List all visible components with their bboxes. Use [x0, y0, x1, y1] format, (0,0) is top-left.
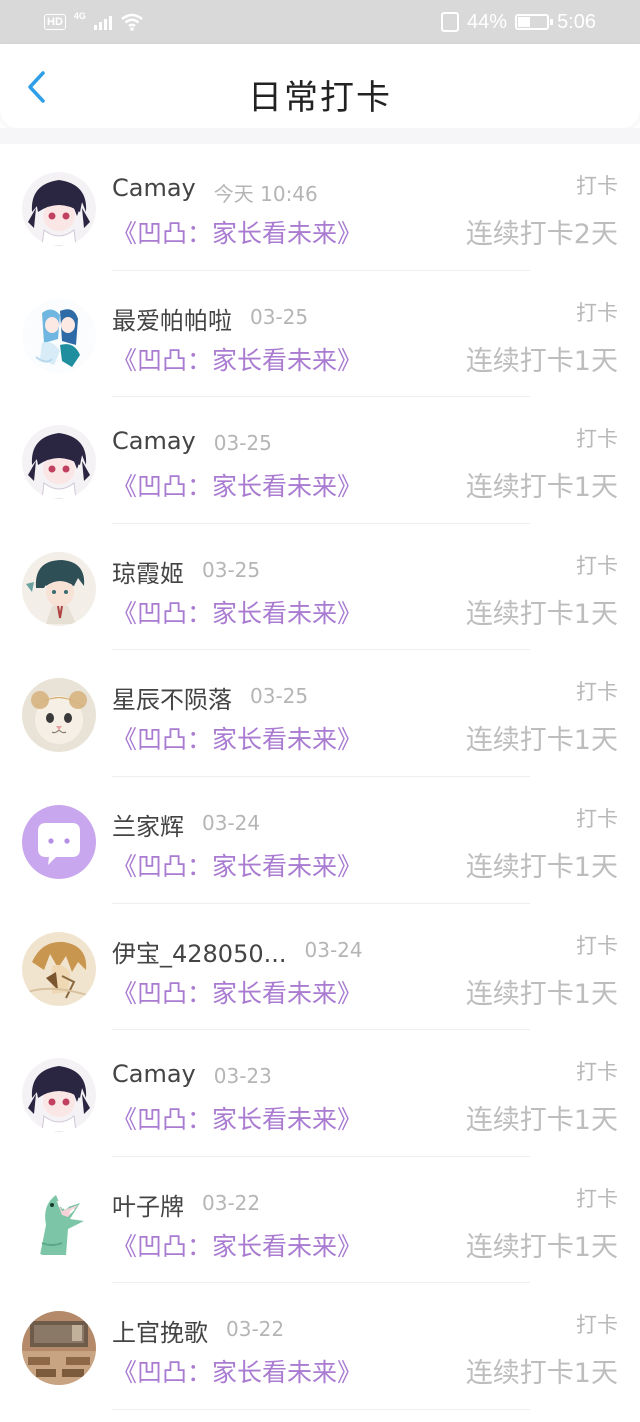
streak-count: 连续打卡1天 — [465, 978, 618, 1010]
signal-icon — [93, 14, 112, 30]
checkin-date: 03-25 — [250, 684, 309, 709]
hd-badge: HD — [44, 14, 66, 30]
course-link[interactable]: 《凹凸：家长看未来》 — [112, 974, 362, 1010]
checkin-row[interactable]: 最爱帕帕啦 03-25 《凹凸：家长看未来》 打卡连续打卡1天 — [0, 271, 640, 398]
checkin-tag: 打卡 — [576, 806, 618, 831]
checkin-row[interactable]: 上官挽歌 03-22 《凹凸：家长看未来》 打卡连续打卡1天 — [0, 1283, 640, 1410]
checkin-row[interactable]: Camay 今天 10:46 《凹凸：家长看未来》 打卡连续打卡2天 — [0, 144, 640, 271]
checkin-date: 03-25 — [213, 431, 272, 456]
course-link[interactable]: 《凹凸：家长看未来》 — [112, 847, 362, 883]
user-name[interactable]: 伊宝_428050... — [112, 934, 287, 969]
cat-avatar[interactable] — [22, 678, 96, 753]
course-link[interactable]: 《凹凸：家长看未来》 — [112, 1353, 362, 1389]
network-type: 4G — [73, 11, 86, 21]
battery-icon — [515, 14, 554, 30]
checkin-row[interactable]: Camay 03-23 《凹凸：家长看未来》 打卡连续打卡1天 — [0, 1030, 640, 1157]
section-gap — [0, 128, 640, 144]
checkin-date: 03-25 — [250, 304, 309, 329]
course-link[interactable]: 《凹凸：家长看未来》 — [112, 467, 362, 503]
checkin-tag: 打卡 — [576, 427, 618, 452]
status-right: 44% 5:06 — [441, 11, 596, 34]
user-name[interactable]: Camay — [112, 427, 196, 455]
checkin-date: 03-22 — [202, 1190, 261, 1215]
checkin-tag: 打卡 — [576, 553, 618, 578]
course-link[interactable]: 《凹凸：家长看未来》 — [112, 214, 362, 250]
user-name[interactable]: Camay — [112, 1060, 196, 1088]
checkin-tag: 打卡 — [576, 174, 618, 198]
checkin-date: 今天 10:46 — [213, 182, 318, 206]
row-divider — [112, 1408, 530, 1410]
checkin-tag: 打卡 — [576, 1060, 618, 1085]
anime-boy-avatar[interactable] — [22, 551, 96, 626]
vibrate-icon — [441, 12, 460, 32]
nav-bar: 日常打卡 — [0, 44, 640, 128]
sketch-avatar[interactable] — [22, 931, 96, 1006]
checkin-row[interactable]: Camay 03-25 《凹凸：家长看未来》 打卡连续打卡1天 — [0, 397, 640, 524]
status-left: HD 4G — [44, 11, 144, 31]
streak-count: 连续打卡1天 — [465, 598, 618, 630]
anime-duo-avatar[interactable] — [22, 298, 96, 373]
user-name[interactable]: Camay — [112, 174, 196, 202]
checkin-row[interactable]: 琼霞姬 03-25 《凹凸：家长看未来》 打卡连续打卡1天 — [0, 524, 640, 651]
classroom-avatar[interactable] — [22, 1311, 96, 1386]
checkin-date: 03-24 — [304, 937, 363, 962]
user-name[interactable]: 最爱帕帕啦 — [112, 301, 232, 336]
dinosaur-avatar[interactable] — [22, 1184, 96, 1259]
page-title: 日常打卡 — [248, 78, 392, 118]
battery-percent: 44% — [467, 10, 508, 33]
checkin-tag: 打卡 — [576, 933, 618, 958]
checkin-date: 03-25 — [202, 557, 261, 582]
streak-count: 连续打卡1天 — [465, 1105, 618, 1137]
checkin-row[interactable]: 伊宝_428050... 03-24 《凹凸：家长看未来》 打卡连续打卡1天 — [0, 904, 640, 1031]
checkin-tag: 打卡 — [576, 1313, 618, 1338]
user-name[interactable]: 琼霞姬 — [112, 554, 184, 589]
streak-count: 连续打卡1天 — [465, 345, 618, 377]
checkin-date: 03-22 — [226, 1317, 285, 1342]
clock: 5:06 — [557, 10, 596, 33]
checkin-list: Camay 今天 10:46 《凹凸：家长看未来》 打卡 连续打卡2天 最爱帕帕啦 03-2… — [0, 144, 640, 1410]
anime-girl-avatar[interactable] — [22, 425, 96, 500]
streak-count: 连续打卡1天 — [465, 472, 618, 504]
user-name[interactable]: 兰家辉 — [112, 807, 184, 842]
checkin-row[interactable]: 叶子牌 03-22 《凹凸：家长看未来》 打卡连续打卡1天 — [0, 1157, 640, 1284]
status-bar: HD 4G 44% 5:06 — [0, 0, 640, 44]
course-link[interactable]: 《凹凸：家长看未来》 — [112, 1227, 362, 1263]
user-name[interactable]: 上官挽歌 — [112, 1313, 208, 1348]
streak-count: 连续打卡2天 — [465, 219, 618, 250]
wifi-icon — [121, 13, 143, 31]
checkin-row[interactable]: 兰家辉 03-24 《凹凸：家长看未来》 打卡连续打卡1天 — [0, 777, 640, 904]
course-link[interactable]: 《凹凸：家长看未来》 — [112, 1100, 362, 1136]
checkin-tag: 打卡 — [576, 1186, 618, 1211]
streak-count: 连续打卡1天 — [465, 1358, 618, 1390]
user-name[interactable]: 星辰不陨落 — [112, 680, 232, 715]
user-name[interactable]: 叶子牌 — [112, 1187, 184, 1222]
default-chat-avatar[interactable] — [22, 804, 96, 879]
course-link[interactable]: 《凹凸：家长看未来》 — [112, 341, 362, 377]
course-link[interactable]: 《凹凸：家长看未来》 — [112, 594, 362, 630]
streak-count: 连续打卡1天 — [465, 725, 618, 757]
checkin-date: 03-24 — [202, 810, 261, 835]
checkin-tag: 打卡 — [576, 300, 618, 325]
anime-girl-avatar[interactable] — [22, 1058, 96, 1133]
streak-count: 连续打卡1天 — [465, 851, 618, 883]
course-link[interactable]: 《凹凸：家长看未来》 — [112, 720, 362, 756]
anime-girl-avatar[interactable] — [22, 172, 96, 246]
checkin-tag: 打卡 — [576, 680, 618, 705]
checkin-date: 03-23 — [213, 1064, 272, 1089]
streak-count: 连续打卡1天 — [465, 1231, 618, 1263]
checkin-row[interactable]: 星辰不陨落 03-25 《凹凸：家长看未来》 打卡连续打卡1天 — [0, 650, 640, 777]
